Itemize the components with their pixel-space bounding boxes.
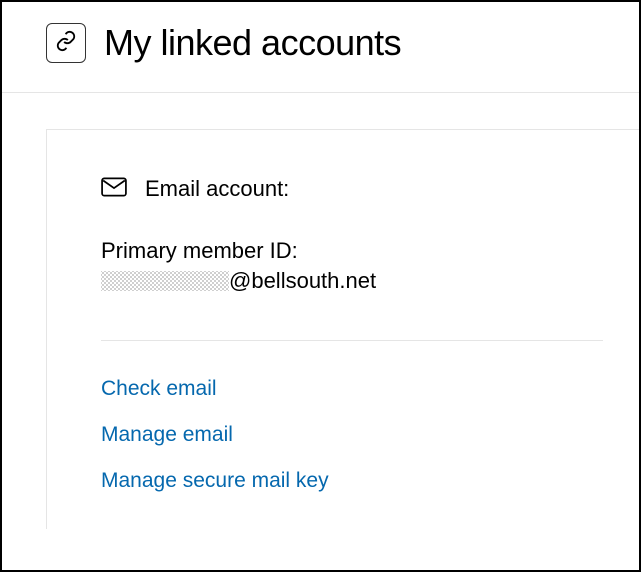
section-divider — [101, 340, 603, 341]
redacted-username — [101, 271, 229, 291]
email-domain: @bellsouth.net — [229, 268, 376, 294]
page-title: My linked accounts — [104, 22, 401, 64]
primary-member-id-label: Primary member ID: — [101, 238, 603, 264]
page-header: My linked accounts — [2, 22, 639, 93]
primary-member-id-value: @bellsouth.net — [101, 268, 603, 294]
linked-account-card: Email account: Primary member ID: @bells… — [46, 129, 639, 529]
check-email-link[interactable]: Check email — [101, 377, 217, 401]
manage-secure-mail-key-link[interactable]: Manage secure mail key — [101, 469, 329, 493]
mail-icon — [101, 177, 127, 202]
action-links: Check email Manage email Manage secure m… — [101, 377, 603, 493]
link-icon — [55, 30, 77, 57]
email-account-label: Email account: — [145, 176, 289, 202]
email-account-section-header: Email account: — [101, 176, 603, 202]
link-icon-box — [46, 23, 86, 63]
manage-email-link[interactable]: Manage email — [101, 423, 233, 447]
